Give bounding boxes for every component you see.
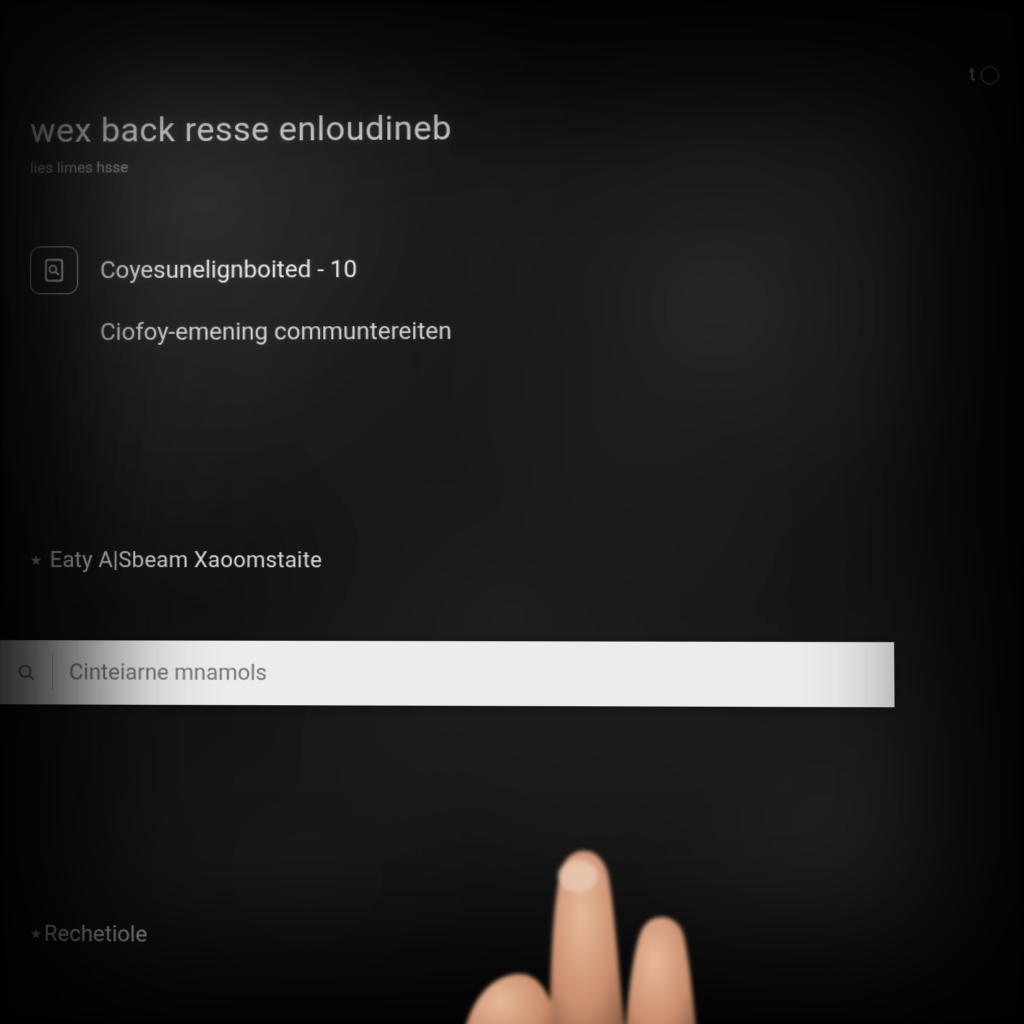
list-item[interactable]: Coyesunelignboited - 10 bbox=[30, 242, 978, 294]
list-item[interactable]: Ciofoy-emening communtereiten bbox=[30, 305, 979, 356]
document-search-icon bbox=[30, 246, 78, 294]
list-item-title: Coyesunelignboited - 10 bbox=[100, 255, 357, 284]
spacer-icon bbox=[30, 308, 78, 356]
search-bar[interactable] bbox=[0, 640, 895, 707]
footer-link[interactable]: ٭Rechetiole bbox=[30, 922, 147, 948]
prompt-text: Eaty A|Sbeam Xaoomstaite bbox=[50, 548, 322, 573]
footer-link-text: Rechetiole bbox=[44, 922, 147, 948]
corner-indicator: t bbox=[969, 64, 999, 85]
page-subtitle: lies limes hsse bbox=[30, 153, 977, 177]
search-icon bbox=[0, 661, 52, 683]
corner-label: t bbox=[969, 64, 976, 85]
list-item-subtitle: Ciofoy-emening communtereiten bbox=[100, 317, 452, 346]
prompt-line: ٭ Eaty A|Sbeam Xaoomstaite bbox=[30, 548, 322, 573]
page-title: wex back resse enloudineb bbox=[30, 105, 977, 151]
bullet-icon: ٭ bbox=[30, 548, 40, 573]
search-input[interactable] bbox=[53, 660, 894, 688]
corner-circle-icon bbox=[980, 66, 999, 84]
bullet-icon: ٭ bbox=[30, 922, 40, 947]
